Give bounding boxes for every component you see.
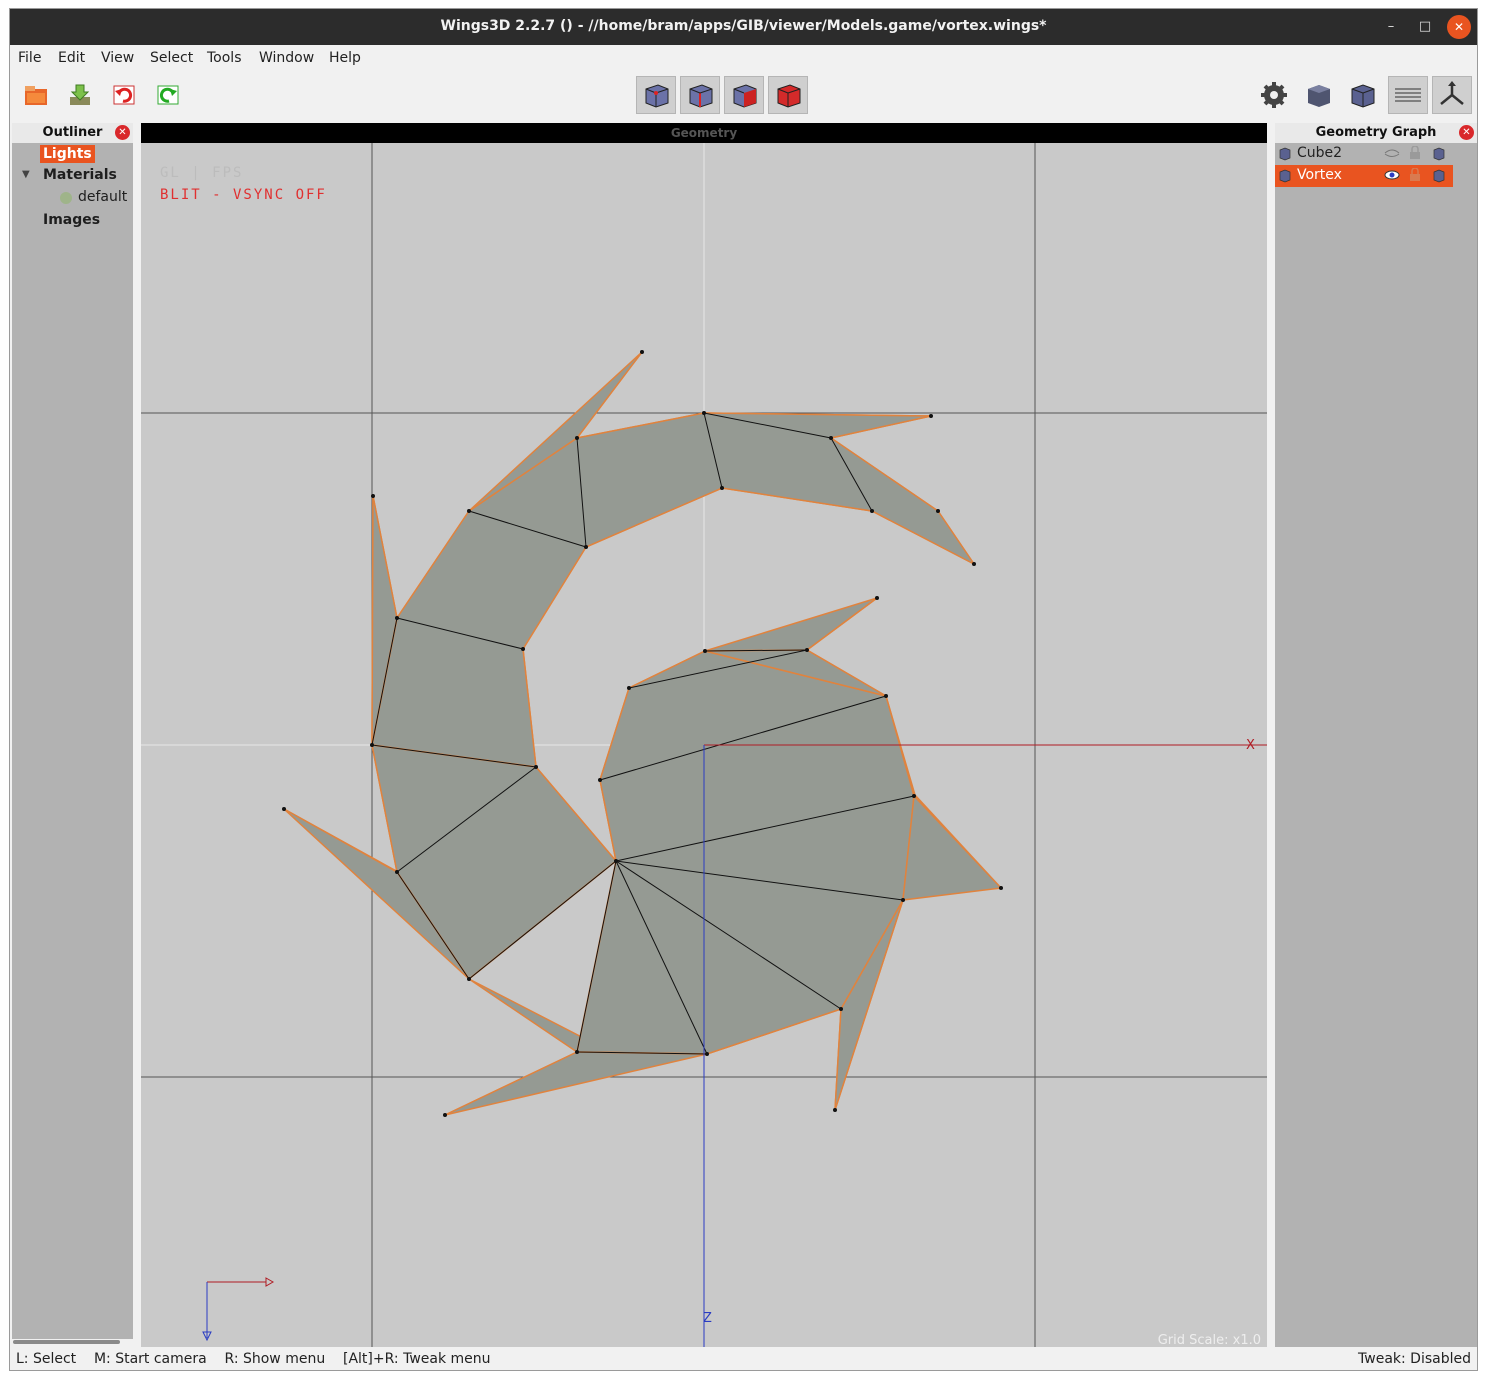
close-button[interactable]: ✕: [1447, 15, 1471, 39]
redo-icon[interactable]: [150, 76, 186, 114]
viewport-canvas: [141, 143, 1267, 1347]
lock-icon[interactable]: [1409, 145, 1421, 164]
window-title: Wings3D 2.2.7 () - //home/bram/apps/GIB/…: [440, 18, 1047, 34]
minimize-button[interactable]: –: [1379, 15, 1403, 39]
flat-shading-icon[interactable]: [1344, 76, 1380, 114]
visible-eye-icon[interactable]: [1384, 169, 1400, 185]
object-cube-icon: [1279, 147, 1291, 165]
status-hints: L: Select M: Start camera R: Show menu […: [16, 1351, 491, 1367]
body-mode-icon[interactable]: [768, 76, 808, 114]
menu-window[interactable]: Window: [259, 50, 314, 66]
app-window: Wings3D 2.2.7 () - //home/bram/apps/GIB/…: [9, 8, 1478, 1371]
geometry-graph-title: Geometry Graph: [1275, 123, 1477, 143]
lock-icon[interactable]: [1409, 167, 1421, 186]
object-cube-icon: [1279, 169, 1291, 187]
viewport-title: Geometry: [141, 123, 1267, 143]
groundplane-icon[interactable]: [1388, 76, 1428, 114]
outliner-panel: Lights ▼ Materials default Images: [12, 143, 133, 1339]
menu-view[interactable]: View: [101, 50, 134, 66]
smooth-shading-icon[interactable]: [1300, 76, 1336, 114]
x-axis-label: X: [1246, 738, 1255, 753]
geometry-graph-close-icon[interactable]: ✕: [1459, 125, 1474, 140]
z-axis-label: Z: [703, 1311, 712, 1326]
object-name: Cube2: [1297, 145, 1343, 161]
status-bar: L: Select M: Start camera R: Show menu […: [10, 1349, 1477, 1370]
menu-edit[interactable]: Edit: [58, 50, 85, 66]
outliner-item-lights[interactable]: Lights: [40, 145, 95, 163]
open-folder-icon[interactable]: [18, 76, 54, 114]
fps-overlay: GL | FPS: [160, 165, 244, 181]
vertex-mode-icon[interactable]: [636, 76, 676, 114]
wireframe-cube-icon[interactable]: [1433, 169, 1445, 187]
outliner-item-default[interactable]: default: [78, 189, 127, 205]
outliner-item-images[interactable]: Images: [43, 212, 100, 228]
menu-help[interactable]: Help: [329, 50, 361, 66]
outliner-close-icon[interactable]: ✕: [115, 125, 130, 140]
expand-arrow-icon[interactable]: ▼: [22, 169, 30, 180]
outliner-item-materials[interactable]: Materials: [43, 167, 117, 183]
menu-select[interactable]: Select: [150, 50, 193, 66]
blit-overlay: BLIT - VSYNC OFF: [160, 187, 327, 203]
object-row-vortex[interactable]: Vortex: [1275, 165, 1453, 187]
title-bar: Wings3D 2.2.7 () - //home/bram/apps/GIB/…: [10, 9, 1477, 45]
geometry-graph-panel: Cube2 Vortex: [1275, 143, 1477, 1347]
material-swatch-icon: [59, 191, 73, 205]
object-name: Vortex: [1297, 167, 1342, 183]
axes-icon[interactable]: [1432, 76, 1472, 114]
axis-gizmo: [202, 1277, 275, 1342]
geometry-viewport[interactable]: GL | FPS BLIT - VSYNC OFF X Z Grid Scale…: [141, 143, 1267, 1347]
object-row-cube2[interactable]: Cube2: [1275, 143, 1453, 165]
menu-tools[interactable]: Tools: [207, 50, 242, 66]
hidden-eye-icon[interactable]: [1384, 147, 1400, 163]
toolbar: [10, 71, 1477, 121]
save-icon[interactable]: [62, 76, 98, 114]
wireframe-cube-icon[interactable]: [1433, 147, 1445, 165]
face-mode-icon[interactable]: [724, 76, 764, 114]
menu-file[interactable]: File: [18, 50, 41, 66]
tweak-status: Tweak: Disabled: [1358, 1351, 1471, 1367]
grid-scale-label: Grid Scale: x1.0: [1157, 1333, 1261, 1347]
menu-bar: File Edit View Select Tools Window Help: [10, 45, 1477, 71]
vortex-mesh[interactable]: [283, 351, 1003, 1116]
edge-mode-icon[interactable]: [680, 76, 720, 114]
outliner-scrollbar[interactable]: [13, 1340, 120, 1344]
undo-icon[interactable]: [106, 76, 142, 114]
settings-gear-icon[interactable]: [1256, 76, 1292, 114]
maximize-button[interactable]: □: [1413, 15, 1437, 39]
